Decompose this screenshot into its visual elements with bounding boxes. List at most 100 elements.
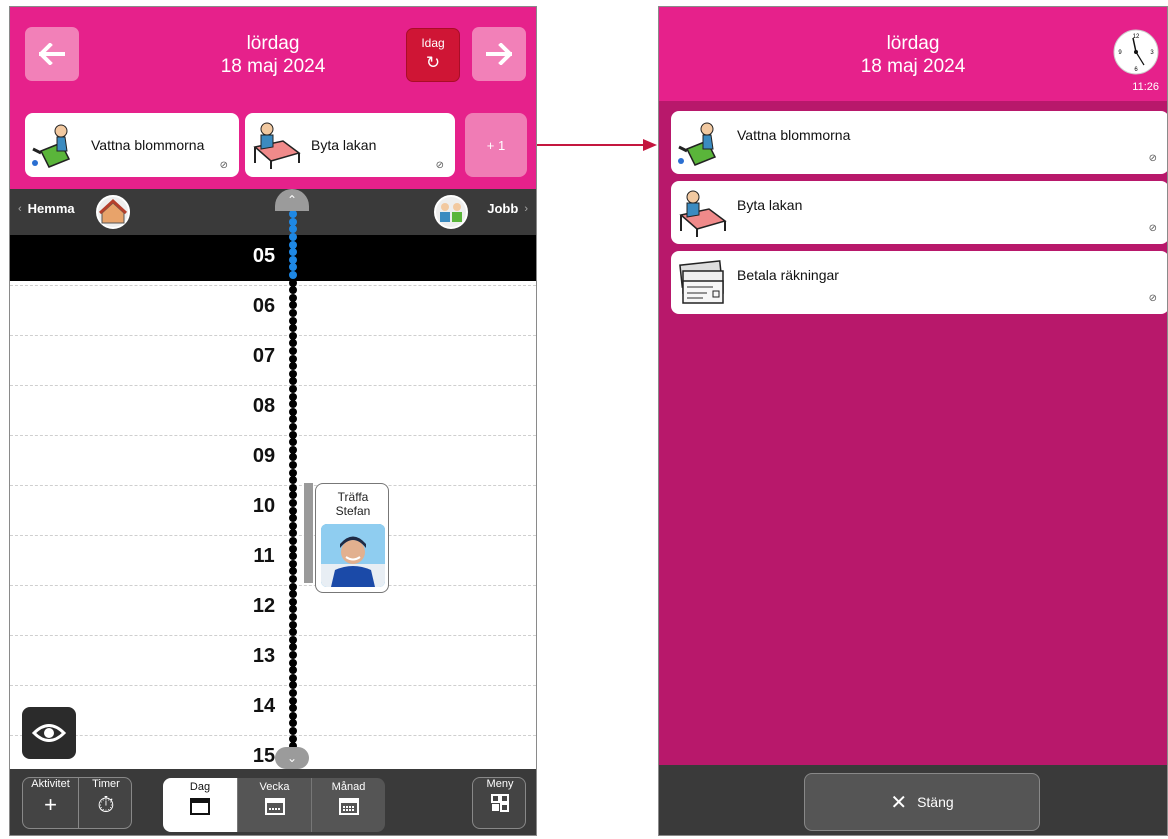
hour-label: 10 — [252, 495, 276, 517]
task-card[interactable]: Vattna blommorna ⊘ — [671, 111, 1167, 174]
timeline-dot — [289, 438, 297, 447]
event-title: Träffa Stefan — [335, 490, 371, 518]
timeline-dot — [289, 666, 297, 675]
bottom-toolbar: Aktivitet + Timer ⏱ Dag Vecka Månad Meny — [10, 769, 536, 835]
timeline-dot — [289, 248, 297, 257]
watering-can-icon — [678, 122, 717, 166]
timeline-dot — [289, 324, 297, 333]
hour-divider — [10, 285, 536, 286]
add-activity-button[interactable]: Aktivitet + — [23, 778, 79, 828]
hour-label: 06 — [252, 295, 276, 317]
hour-label: 07 — [252, 345, 276, 367]
timeline-dot — [289, 286, 297, 295]
day-view-screen: lördag 18 maj 2024 Idag ↻ Vattna blommor… — [9, 6, 537, 836]
event-card[interactable]: Träffa Stefan — [315, 483, 389, 593]
close-icon: ✕ — [890, 791, 908, 814]
timeline-dot — [289, 575, 297, 583]
hour-label: 09 — [252, 445, 276, 467]
task-label: Betala räkningar — [737, 267, 839, 283]
timeline-dot — [289, 537, 297, 545]
hour-label: 12 — [252, 595, 276, 617]
calendar-week-icon — [264, 798, 285, 815]
clock-time: 11:26 — [1132, 81, 1159, 93]
hour-divider — [10, 685, 536, 686]
hour-divider — [10, 735, 536, 736]
timeline-dot — [289, 476, 297, 485]
menu-button[interactable]: Meny — [472, 777, 526, 829]
date-title: lördag 18 maj 2024 — [659, 32, 1167, 78]
timeline-dot — [289, 689, 297, 697]
timeline-dot — [289, 514, 297, 523]
bottom-toolbar: ✕ Stäng — [659, 765, 1167, 835]
hour-divider — [10, 635, 536, 636]
eye-icon — [32, 724, 66, 742]
hour-divider — [10, 535, 536, 536]
timeline-dot — [289, 628, 297, 637]
timeline-dot — [289, 499, 297, 507]
hour-label: 11 — [253, 545, 275, 567]
timeline-dot — [289, 651, 297, 659]
hour-label: 13 — [252, 645, 276, 667]
timeline-dot — [289, 590, 297, 599]
visibility-toggle-button[interactable] — [22, 707, 76, 759]
arrow-right-indicator — [537, 139, 657, 151]
hour-label: 08 — [252, 395, 276, 417]
task-label: Vattna blommorna — [737, 127, 851, 143]
timeline-dot — [289, 552, 297, 561]
tools-group: Aktivitet + Timer ⏱ — [22, 777, 132, 829]
hour-divider — [10, 335, 536, 336]
timeline-dot — [289, 423, 297, 431]
calendar-month-icon — [338, 798, 359, 815]
task-list-header: lördag 18 maj 2024 12 3 6 9 11:26 — [659, 7, 1167, 101]
task-card[interactable]: Betala räkningar ⊘ — [671, 251, 1167, 314]
timeline-dot — [289, 362, 297, 371]
task-label: Byta lakan — [737, 197, 803, 213]
check-icon: ⊘ — [1148, 293, 1157, 304]
timeline-dot — [289, 271, 297, 279]
timeline-dot — [289, 347, 297, 355]
hour-label: 14 — [252, 695, 276, 717]
view-week-tab[interactable]: Vecka — [237, 778, 311, 832]
timeline-dot — [289, 233, 297, 241]
weekday-label: lördag — [886, 33, 940, 54]
timer-button[interactable]: Timer ⏱ — [79, 778, 133, 828]
view-label: Månad — [331, 781, 366, 793]
timer-label: Timer — [92, 778, 120, 790]
timeline-dot — [289, 309, 297, 317]
timeline-dot — [289, 461, 297, 469]
timeline-dot — [289, 613, 297, 621]
view-switcher: Dag Vecka Månad — [163, 778, 385, 832]
hour-divider — [10, 435, 536, 436]
check-icon: ⊘ — [1148, 223, 1157, 234]
close-button[interactable]: ✕ Stäng — [804, 773, 1040, 831]
add-activity-label: Aktivitet — [31, 778, 70, 790]
hour-label: 05 — [252, 245, 276, 267]
analog-clock-icon: 12 3 6 9 — [1113, 29, 1159, 75]
task-card[interactable]: Byta lakan ⊘ — [671, 181, 1167, 244]
timeline-dots — [286, 189, 302, 773]
view-label: Vecka — [259, 781, 290, 793]
timeline-dot — [289, 727, 297, 735]
calendar-day-icon — [190, 798, 210, 815]
hour-divider — [10, 585, 536, 586]
close-label: Stäng — [917, 794, 954, 810]
date-label: 18 maj 2024 — [860, 56, 966, 77]
timeline-dot — [289, 210, 297, 219]
view-label: Dag — [189, 781, 211, 793]
menu-label: Meny — [486, 778, 514, 790]
view-day-tab[interactable]: Dag — [163, 778, 237, 832]
bills-icon — [679, 260, 724, 304]
grid-icon — [491, 794, 509, 812]
timeline-dot — [289, 704, 297, 713]
stopwatch-icon: ⏱ — [97, 792, 115, 817]
plus-icon: + — [44, 792, 57, 817]
hour-grid[interactable]: 05 06 07 08 09 10 11 12 13 14 15 — [10, 7, 536, 835]
hour-divider — [10, 485, 536, 486]
bed-icon — [679, 190, 727, 237]
scroll-down-button[interactable]: ⌄ — [275, 747, 309, 769]
menu-button-inner: Meny — [473, 778, 527, 828]
timeline-dot — [289, 400, 297, 409]
view-month-tab[interactable]: Månad — [311, 778, 385, 832]
task-list-screen: lördag 18 maj 2024 12 3 6 9 11:26 Vattna… — [658, 6, 1168, 836]
event-photo — [321, 524, 385, 587]
